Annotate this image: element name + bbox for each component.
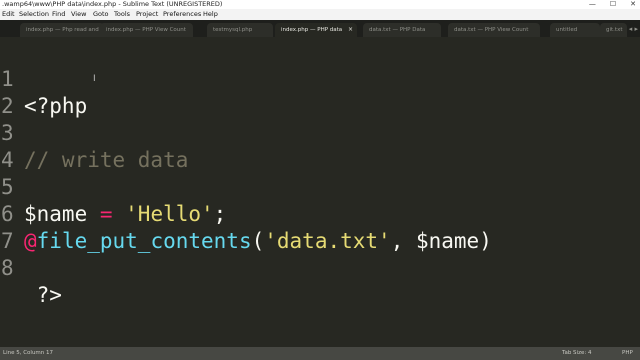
menu-preferences[interactable]: Preferences [163,9,201,20]
tab-label: untitled [556,27,578,33]
menu-goto[interactable]: Goto [93,9,109,20]
code-line: 7 [0,201,640,253]
tab-close-icon[interactable]: × [348,23,353,37]
tab-git-txt[interactable]: git.txt [600,23,627,37]
tab-nav-icon[interactable]: ◂ ▸ [629,25,638,33]
tab-label: index.php — Php read and [26,27,99,33]
tab-php-data[interactable]: index.php — PHP data × [275,23,357,37]
code-line: 1 <?php [0,39,640,118]
code-line: 5 $name = 'Hello'; [0,147,640,226]
menu-help[interactable]: Help [203,9,218,20]
tab-label: index.php — PHP data [281,27,343,33]
menu-view[interactable]: View [71,9,86,20]
maximize-icon[interactable]: ☐ [610,0,616,9]
status-bar: Line 5, Column 17 Tab Size: 4 PHP [0,347,640,360]
tab-php-read-and[interactable]: index.php — Php read and [20,23,104,37]
minimize-icon[interactable]: — [589,0,596,9]
code-line: 3 // write data [0,93,640,172]
menu-tools[interactable]: Tools [114,9,130,20]
menu-bar: Edit Selection Find View Goto Tools Proj… [0,9,640,20]
tab-bar: index.php — Php read and index.php — PHP… [0,20,640,37]
menu-find[interactable]: Find [52,9,65,20]
tab-label: data.txt — PHP Data [369,27,426,33]
cursor-position: Line 5, Column 17 [3,350,54,356]
tab-testmysql[interactable]: testmysql.php [207,23,273,37]
tab-size[interactable]: Tab Size: 4 [562,347,591,360]
code-line: 4 [0,120,640,172]
window-titlebar: .wamp64\www\PHP data\index.php - Sublime… [0,0,640,9]
tab-php-view-count[interactable]: index.php — PHP View Count [100,23,193,37]
tab-untitled[interactable]: untitled [550,23,600,37]
line-number: 8 [1,256,14,280]
text-cursor-icon: I [93,74,96,84]
php-close-tag: ?> [24,283,62,307]
tab-data-txt[interactable]: data.txt — PHP Data [363,23,441,37]
tab-label: testmysql.php [213,27,253,33]
tab-data-txt-view-count[interactable]: data.txt — PHP View Count [448,23,540,37]
window-controls: — ☐ ✕ [589,0,636,9]
code-line: 6 @file_put_contents('data.txt', $name) [0,174,640,253]
menu-project[interactable]: Project [136,9,158,20]
close-icon[interactable]: ✕ [630,0,636,9]
tab-label: index.php — PHP View Count [106,27,186,33]
tab-label: git.txt [606,27,623,33]
tab-label: data.txt — PHP View Count [454,27,529,33]
menu-edit[interactable]: Edit [2,9,15,20]
syntax-mode[interactable]: PHP [622,347,633,360]
code-editor[interactable]: 1 <?php 2 3 // write data 4 5 $name = 'H… [0,37,640,347]
code-line: 2 [0,66,640,118]
menu-selection[interactable]: Selection [19,9,49,20]
window-title: .wamp64\www\PHP data\index.php - Sublime… [2,0,223,8]
code-line: 8 ?> [0,228,640,307]
